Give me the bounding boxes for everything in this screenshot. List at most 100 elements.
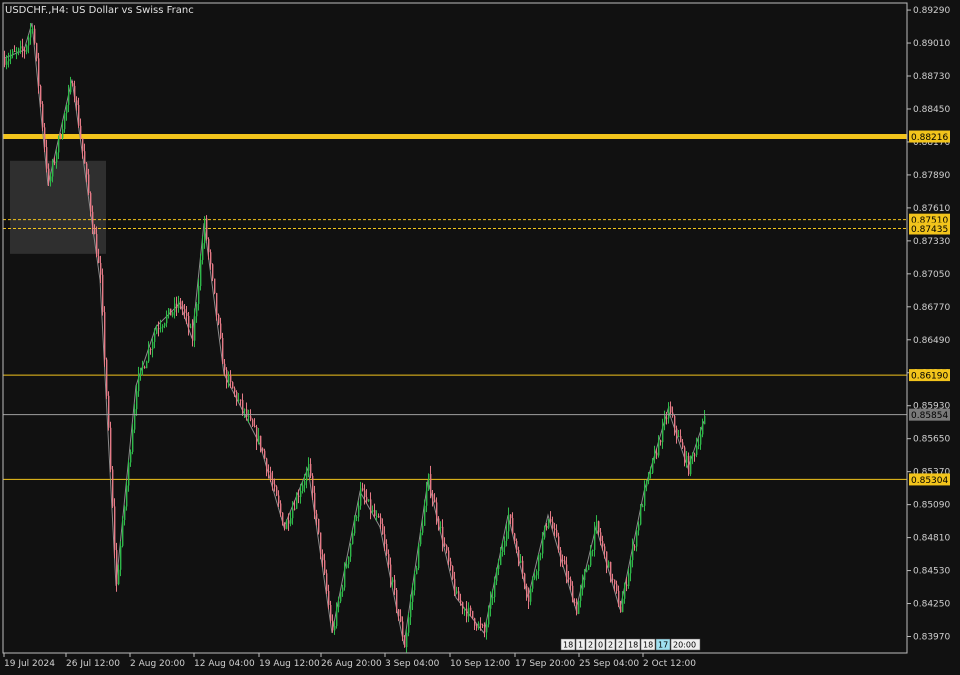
level-tag-3-text: 0.86190 xyxy=(911,372,948,382)
candle-body-300 xyxy=(604,546,606,552)
candle-body-135 xyxy=(274,484,276,487)
x-tick-label-6: 3 Sep 04:00 xyxy=(385,659,440,669)
candle-body-257 xyxy=(518,549,520,563)
candle-body-206 xyxy=(416,568,418,575)
candle-body-167 xyxy=(338,601,340,608)
candle-body-80 xyxy=(164,323,166,326)
candle-body-225 xyxy=(454,578,456,594)
candle-body-219 xyxy=(442,526,444,544)
price-chart[interactable]: 0.892900.890100.887300.884500.881700.878… xyxy=(0,0,960,675)
candle-body-317 xyxy=(638,524,640,531)
candle-body-56 xyxy=(116,550,118,585)
candle-body-42 xyxy=(88,174,90,194)
candle-body-280 xyxy=(564,560,566,565)
candle-body-343 xyxy=(690,456,692,475)
candle-body-176 xyxy=(356,516,358,518)
candle-body-288 xyxy=(580,589,582,601)
candle-body-282 xyxy=(568,577,570,580)
candle-body-217 xyxy=(438,518,440,528)
candle-body-250 xyxy=(504,540,506,548)
candle-body-164 xyxy=(332,620,334,631)
candle-body-266 xyxy=(536,571,538,576)
candle-body-21 xyxy=(46,147,48,169)
candle-body-329 xyxy=(662,424,664,443)
candle-body-160 xyxy=(324,560,326,574)
candle-body-68 xyxy=(140,367,142,375)
candle-body-91 xyxy=(186,312,188,316)
candle-body-115 xyxy=(234,388,236,393)
candle-body-236 xyxy=(476,625,478,628)
candle-body-57 xyxy=(118,569,120,585)
candle-body-285 xyxy=(574,602,576,604)
candle-body-346 xyxy=(696,445,698,455)
candle-body-35 xyxy=(74,85,76,101)
candle-body-169 xyxy=(342,587,344,592)
candle-body-51 xyxy=(106,359,108,396)
candle-body-32 xyxy=(68,92,70,105)
y-tick-label-16: 0.84810 xyxy=(913,534,950,544)
candle-body-187 xyxy=(378,515,380,518)
candle-body-337 xyxy=(678,436,680,438)
candle-body-264 xyxy=(532,578,534,589)
candle-body-284 xyxy=(572,585,574,603)
candle-body-14 xyxy=(32,28,34,30)
candle-body-39 xyxy=(82,138,84,152)
candle-body-1 xyxy=(6,61,8,65)
candle-body-18 xyxy=(40,85,42,105)
y-tick-label-17: 0.84530 xyxy=(913,567,950,577)
candle-body-109 xyxy=(222,337,224,364)
candle-body-222 xyxy=(448,550,450,562)
time-markers-layer[interactable]: 18 1 2 0 2 2 18 18 17 20:00 xyxy=(560,638,701,651)
candle-body-149 xyxy=(302,485,304,492)
y-tick-label-3: 0.88450 xyxy=(913,105,950,115)
candle-body-120 xyxy=(244,409,246,411)
candle-body-25 xyxy=(54,162,56,164)
candle-body-256 xyxy=(516,541,518,550)
candle-body-13 xyxy=(30,29,32,38)
candle-body-281 xyxy=(566,564,568,578)
candle-body-116 xyxy=(236,392,238,401)
candle-body-93 xyxy=(190,326,192,328)
candle-body-86 xyxy=(176,303,178,309)
candle-body-147 xyxy=(298,495,300,497)
candle-body-243 xyxy=(490,597,492,609)
candle-body-128 xyxy=(260,435,262,449)
candle-body-338 xyxy=(680,436,682,443)
candle-body-34 xyxy=(72,83,74,86)
candle-body-155 xyxy=(314,492,316,514)
candle-body-139 xyxy=(282,512,284,526)
candle-body-40 xyxy=(84,151,86,164)
candle-body-194 xyxy=(392,579,394,583)
candle-body-293 xyxy=(590,550,592,566)
candle-body-215 xyxy=(434,499,436,503)
candle-body-107 xyxy=(218,314,220,324)
candle-body-119 xyxy=(242,400,244,411)
candle-body-197 xyxy=(398,609,400,617)
candle-body-273 xyxy=(550,519,552,522)
chart-title: USDCHF.,H4: US Dollar vs Swiss Franc xyxy=(5,5,194,16)
candle-body-260 xyxy=(524,573,526,586)
candle-body-9 xyxy=(22,46,24,50)
candle-body-252 xyxy=(508,514,510,532)
candle-body-234 xyxy=(472,610,474,619)
candle-body-22 xyxy=(48,168,50,181)
candle-body-103 xyxy=(210,252,212,265)
candle-body-271 xyxy=(546,526,548,528)
candle-body-287 xyxy=(578,600,580,614)
candle-body-163 xyxy=(330,605,332,621)
candle-body-221 xyxy=(446,545,448,551)
candle-body-72 xyxy=(148,349,150,362)
candle-body-129 xyxy=(262,448,264,451)
candle-body-158 xyxy=(320,532,322,555)
candle-body-193 xyxy=(390,564,392,583)
supply-zone xyxy=(10,160,106,254)
candle-body-265 xyxy=(534,575,536,579)
candle-body-342 xyxy=(688,455,690,475)
candle-body-70 xyxy=(144,366,146,369)
candle-body-319 xyxy=(642,505,644,507)
candle-body-263 xyxy=(530,588,532,602)
candle-body-311 xyxy=(626,584,628,587)
candle-body-36 xyxy=(76,100,78,106)
candle-body-148 xyxy=(300,491,302,497)
candle-body-41 xyxy=(86,163,88,175)
